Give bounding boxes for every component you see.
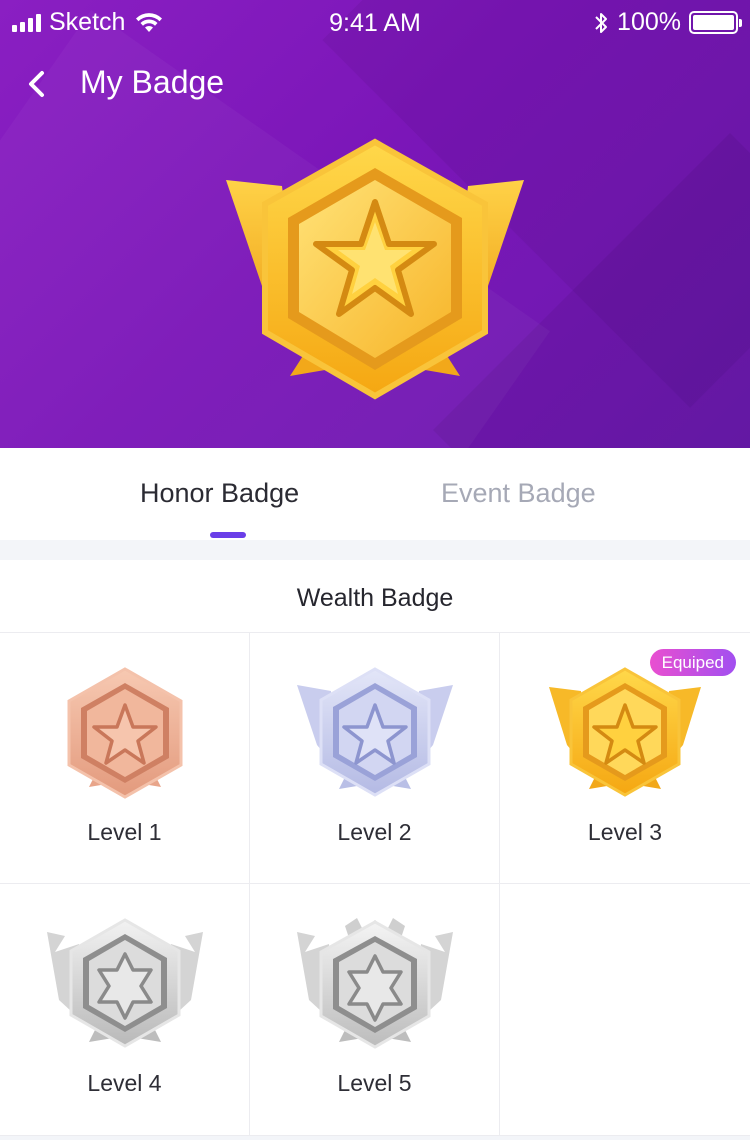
silver-badge-icon [46,918,203,1048]
gold-badge-icon [549,667,701,797]
badge-item-level-2[interactable]: Level 2 [250,633,500,884]
gold-badge-icon [226,138,524,400]
section-divider [0,540,750,560]
page-title: My Badge [80,64,225,100]
active-tab-indicator [210,532,246,538]
badge-label: Level 4 [87,1070,162,1096]
bronze-badge-icon [67,667,182,799]
header-banner: Sketch 9:41 AM 100% My Badge [0,0,750,448]
badge-label: Level 2 [337,819,412,845]
nav-bar: My Badge [0,58,750,110]
badge-item-level-4[interactable]: Level 4 [0,884,250,1136]
tab-honor-badge[interactable]: Honor Badge [140,478,299,509]
badge-tabs: Honor Badge Event Badge [0,448,750,540]
status-bar: Sketch 9:41 AM 100% [0,0,750,44]
section-header: Wealth Badge [0,560,750,633]
bottom-divider [0,1136,750,1140]
badge-item-level-5[interactable]: Level 5 [250,884,500,1136]
badge-item-level-3[interactable]: Equiped Level 3 [500,633,750,884]
badge-grid: Level 1 Level 2 Equiped Level 3 Level 4 … [0,633,750,1140]
tab-event-badge[interactable]: Event Badge [441,478,596,509]
badge-item-level-1[interactable]: Level 1 [0,633,250,884]
silver-blue-badge-icon [296,667,453,797]
bluetooth-icon [595,12,608,33]
silver-crown-badge-icon [296,918,453,1049]
battery-percent: 100% [617,8,681,36]
back-button[interactable] [18,62,58,106]
equipped-badge: Equiped [649,649,736,676]
battery-icon [689,11,742,34]
chevron-left-icon [29,71,44,97]
status-right: 100% [593,8,742,37]
badge-label: Level 5 [337,1070,412,1096]
badge-label: Level 1 [87,819,162,845]
badge-label: Level 3 [587,819,663,845]
empty-grid-cell [500,884,750,1136]
section-title: Wealth Badge [296,584,454,612]
